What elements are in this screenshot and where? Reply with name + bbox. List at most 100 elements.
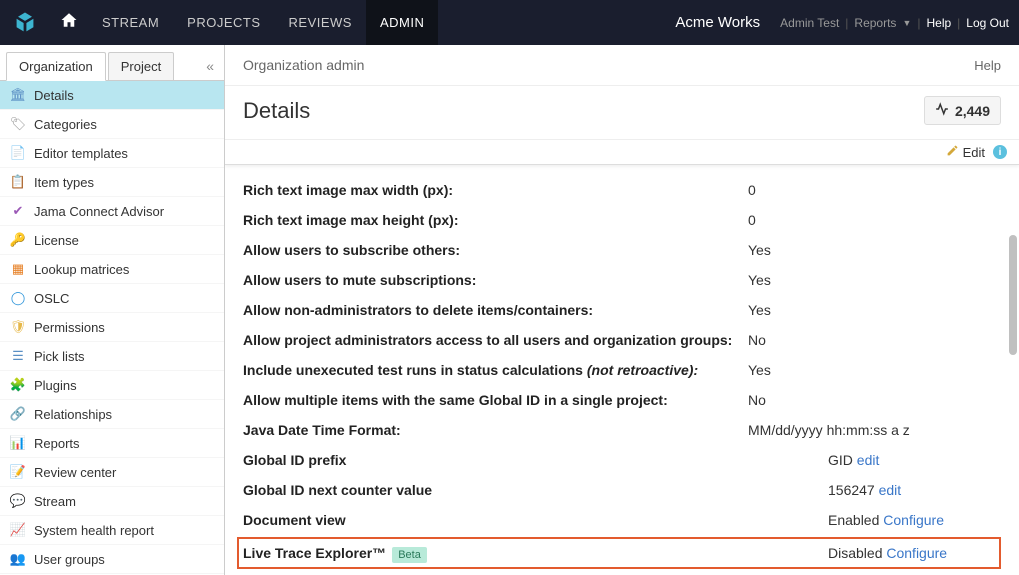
prop-label: Java Date Time Format: (243, 422, 748, 438)
sidebar-item-plugins[interactable]: 🧩Plugins (0, 371, 224, 400)
edit-link[interactable]: edit (857, 452, 880, 468)
prop-row: Document viewEnabled Configure (243, 505, 995, 535)
scrollbar[interactable] (1007, 165, 1017, 575)
configure-link[interactable]: Configure (886, 545, 947, 561)
breadcrumb: Organization admin (243, 57, 364, 73)
count-value: 2,449 (955, 103, 990, 119)
prop-value: GID edit (748, 452, 995, 468)
prop-value: Enabled Configure (748, 512, 995, 528)
sidebar-item-label: Editor templates (34, 146, 128, 161)
sidebar-item-label: OSLC (34, 291, 69, 306)
sidebar-item-label: Pick lists (34, 349, 85, 364)
prop-row: Rich text image max height (px):0 (243, 205, 995, 235)
sidebar-item-editor-templates[interactable]: 📄 Editor templates (0, 139, 224, 168)
org-name: Acme Works (675, 14, 760, 31)
prop-label: Allow non-administrators to delete items… (243, 302, 748, 318)
count-badge[interactable]: 2,449 (924, 96, 1001, 125)
sidebar-item-license[interactable]: 🔑License (0, 226, 224, 255)
prop-row: Global ID next counter value156247 edit (243, 475, 995, 505)
stream-icon: 💬 (10, 493, 26, 509)
sidebar-item-system-health-report[interactable]: 📈 System health report (0, 516, 224, 545)
sidebar-item-label: Review center (34, 465, 116, 480)
title-row: Details 2,449 (225, 86, 1019, 140)
edit-button[interactable]: Edit (946, 144, 985, 160)
sidebar-item-item-types[interactable]: 📋Item types (0, 168, 224, 197)
prop-row: Allow non-administrators to delete items… (243, 295, 995, 325)
prop-value: Disabled Configure (748, 545, 995, 561)
prop-label: Allow project administrators access to a… (243, 332, 748, 348)
prop-label: Global ID prefix (243, 452, 748, 468)
sidebar-item-label: Jama Connect Advisor (34, 204, 164, 219)
sidebar-item-stream[interactable]: 💬 Stream (0, 487, 224, 516)
oslc-icon: ◯ (10, 290, 26, 306)
sidebar-item-permissions[interactable]: 🛡Permissions (0, 313, 224, 342)
configure-link[interactable]: Configure (883, 512, 944, 528)
prop-value: 0 (748, 212, 995, 228)
prop-value: No (748, 392, 995, 408)
help-link[interactable]: Help (926, 16, 951, 30)
prop-label: Live Trace Explorer™Beta (243, 545, 748, 561)
sidebar-item-oslc[interactable]: ◯ OSLC (0, 284, 224, 313)
sidebar-item-pick-lists[interactable]: ☰Pick lists (0, 342, 224, 371)
prop-row: Live Trace Explorer™BetaDisabled Configu… (237, 537, 1001, 569)
collapse-sidebar-icon[interactable]: « (202, 54, 218, 78)
prop-value: MM/dd/yyyy hh:mm:ss a z (748, 422, 995, 438)
prop-label: Allow users to subscribe others: (243, 242, 748, 258)
prop-row: Allow multiple items with the same Globa… (243, 385, 995, 415)
license-icon: 🔑 (10, 232, 26, 248)
content-header: Organization admin Help (225, 45, 1019, 86)
sidebar-item-categories[interactable]: 🏷Categories (0, 110, 224, 139)
sidebar-item-label: Stream (34, 494, 76, 509)
prop-row: Rich text image max width (px):0 (243, 175, 995, 205)
reports-icon: 📊 (10, 435, 26, 451)
home-icon[interactable] (60, 11, 78, 34)
sidebar-item-label: System health report (34, 523, 154, 538)
permissions-icon: 🛡 (10, 319, 26, 335)
sidebar-item-review-center[interactable]: 📝Review center (0, 458, 224, 487)
pencil-icon (946, 144, 959, 160)
details-icon: 🏛 (10, 87, 26, 103)
tab-project[interactable]: Project (108, 52, 174, 81)
info-icon[interactable]: i (993, 145, 1007, 159)
nav-stream[interactable]: STREAM (88, 0, 173, 45)
nav-projects[interactable]: PROJECTS (173, 0, 274, 45)
tab-organization[interactable]: Organization (6, 52, 106, 81)
user-name-link[interactable]: Admin Test (780, 16, 839, 30)
sidebar-item-reports[interactable]: 📊Reports (0, 429, 224, 458)
content-area: Organization admin Help Details 2,449 Ed… (225, 45, 1019, 575)
system-health-report-icon: 📈 (10, 522, 26, 538)
reports-link[interactable]: Reports (854, 16, 896, 30)
relationships-icon: 🔗 (10, 406, 26, 422)
sidebar-item-details[interactable]: 🏛Details (0, 81, 224, 110)
prop-value: Yes (748, 302, 995, 318)
logout-link[interactable]: Log Out (966, 16, 1009, 30)
top-nav: STREAM PROJECTS REVIEWS ADMIN Acme Works… (0, 0, 1019, 45)
edit-link[interactable]: edit (879, 482, 902, 498)
content-body: Rich text image max width (px):0Rich tex… (225, 165, 1019, 575)
prop-row: Global ID prefixGID edit (243, 445, 995, 475)
sidebar-item-user-groups[interactable]: 👥User groups (0, 545, 224, 574)
sidebar-item-relationships[interactable]: 🔗 Relationships (0, 400, 224, 429)
sidebar-item-jama-connect-advisor[interactable]: ✔Jama Connect Advisor (0, 197, 224, 226)
activity-icon (935, 102, 949, 119)
prop-label: Rich text image max width (px): (243, 182, 748, 198)
prop-value: 156247 edit (748, 482, 995, 498)
prop-value: Yes (748, 362, 995, 378)
prop-label: Allow users to mute subscriptions: (243, 272, 748, 288)
nav-admin[interactable]: ADMIN (366, 0, 438, 45)
content-help-link[interactable]: Help (974, 58, 1001, 73)
sidebar-tabs: Organization Project « (0, 45, 224, 81)
sidebar-item-label: User groups (34, 552, 105, 567)
lookup-matrices-icon: ▦ (10, 261, 26, 277)
sidebar-item-lookup-matrices[interactable]: ▦Lookup matrices (0, 255, 224, 284)
sidebar-item-label: Plugins (34, 378, 77, 393)
chevron-down-icon[interactable]: ▼ (902, 18, 911, 28)
nav-reviews[interactable]: REVIEWS (275, 0, 366, 45)
prop-row: Include unexecuted test runs in status c… (243, 355, 995, 385)
prop-value: Yes (748, 272, 995, 288)
prop-row: Allow users to subscribe others:Yes (243, 235, 995, 265)
item-types-icon: 📋 (10, 174, 26, 190)
editor-templates-icon: 📄 (10, 145, 26, 161)
app-logo[interactable] (10, 8, 40, 38)
sidebar-item-label: Relationships (34, 407, 112, 422)
